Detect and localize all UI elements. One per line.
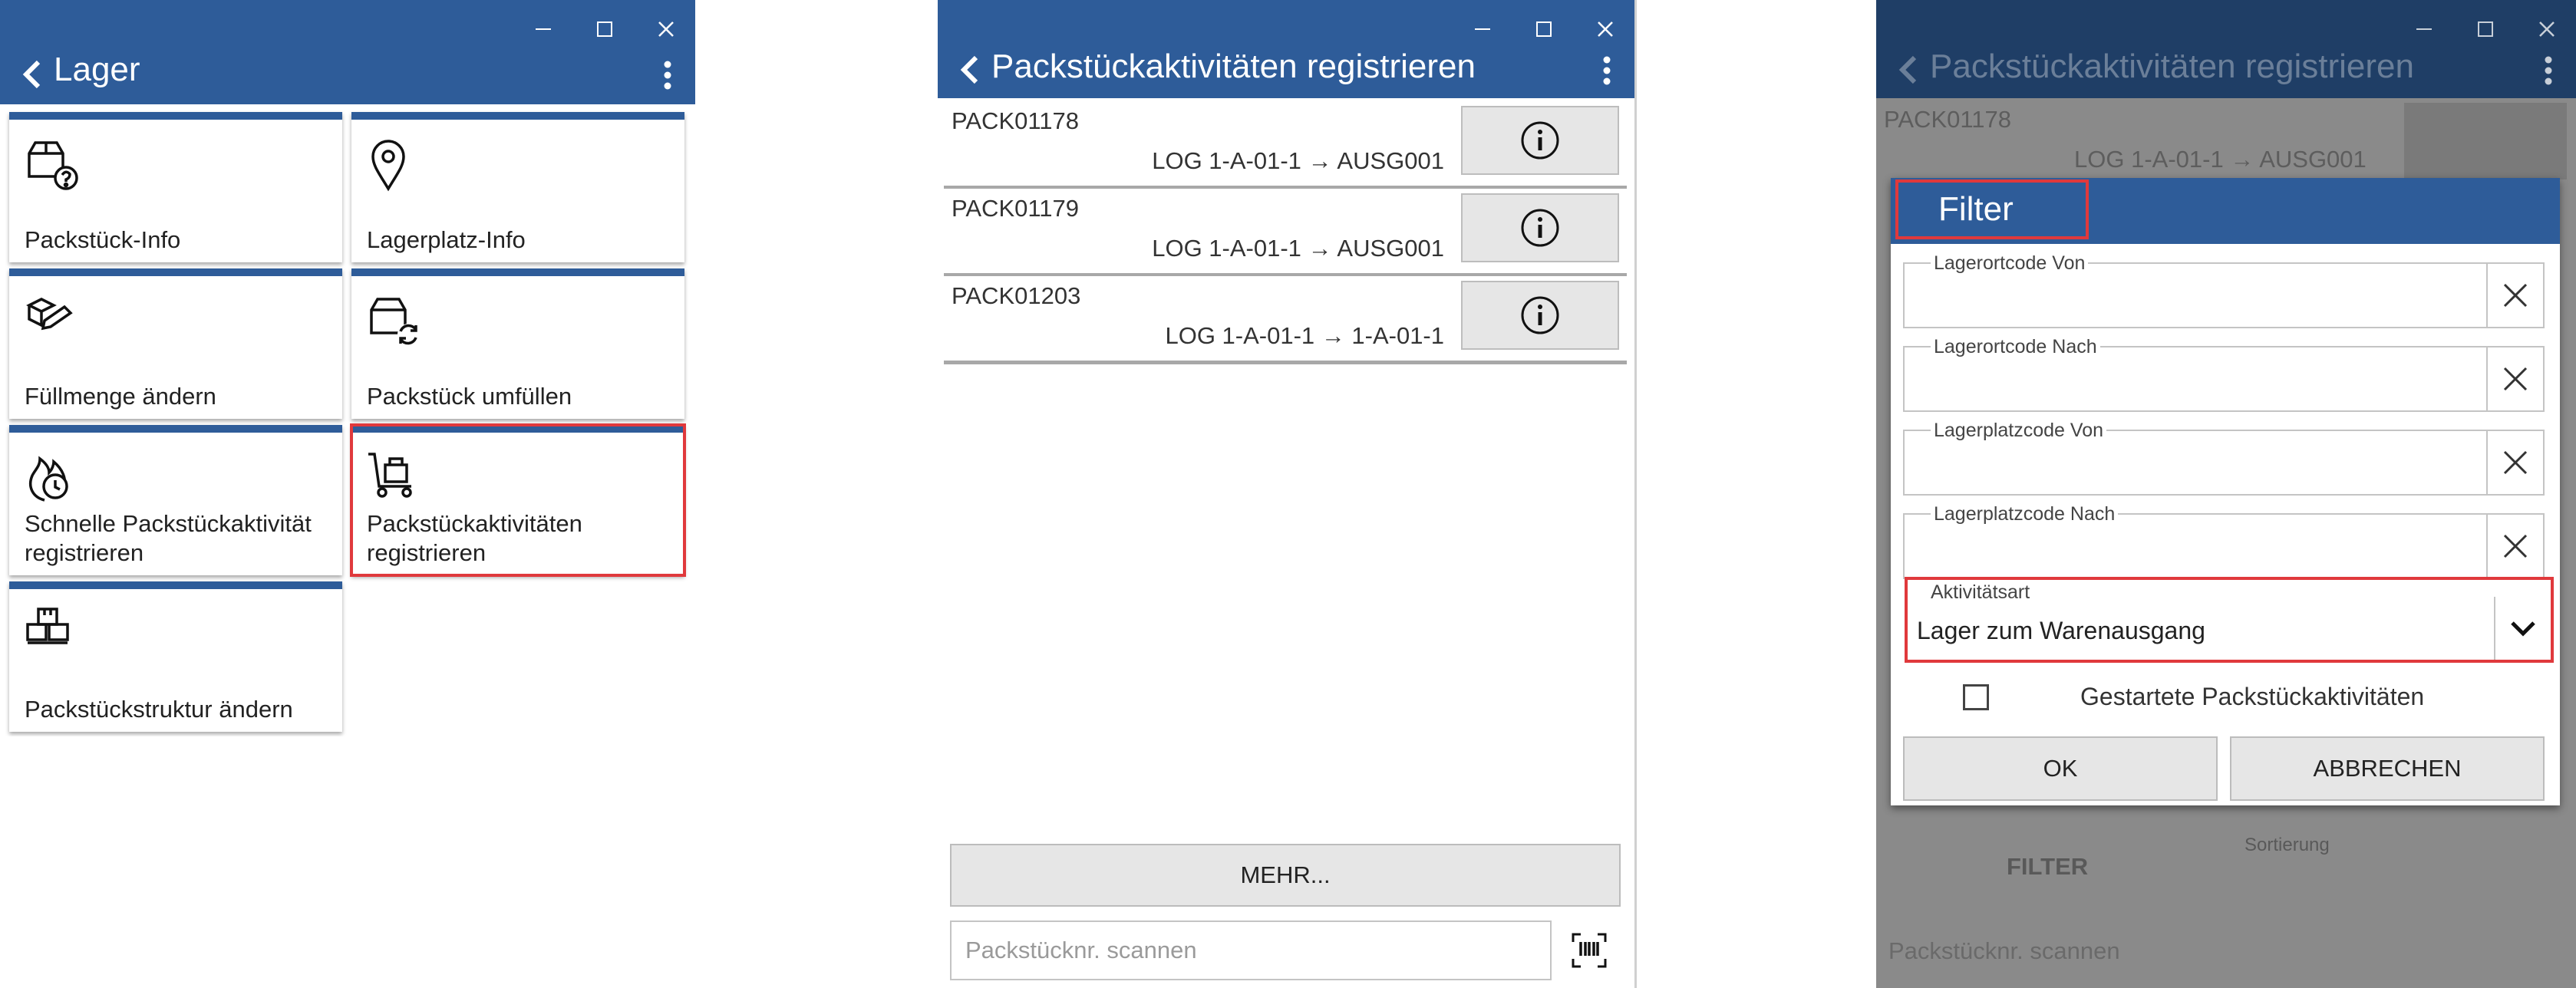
started-activities-checkbox[interactable] [1963,684,1989,710]
maximize-icon[interactable] [1525,11,1562,48]
tile-packstueck-umfuellen[interactable]: Packstück umfüllen [351,268,684,419]
package-route: LOG 1-A-01-1 → AUSG001 [1152,147,1444,174]
location-pin-icon [364,133,425,195]
scan-input[interactable]: Packstücknr. scannen [950,920,1552,980]
field-label: Lagerplatzcode Von [1931,420,2107,442]
info-button[interactable] [1461,281,1619,350]
bg-filter-button: FILTER [2007,853,2089,880]
tile-label: Packstückstruktur ändern [25,696,293,723]
chevron-down-icon[interactable] [2494,597,2551,660]
info-icon [1521,121,1559,160]
bg-info-button [2404,103,2567,179]
page-title: Packstückaktivitäten registrieren [991,48,1476,85]
minimize-icon[interactable] [1464,11,1501,48]
tile-packstueckstruktur-aendern[interactable]: Packstückstruktur ändern [9,581,342,732]
clear-icon[interactable] [2486,347,2543,410]
more-menu-icon[interactable] [654,54,681,97]
minimize-icon[interactable] [2406,11,2442,48]
bg-sort-label: Sortierung [2245,835,2330,855]
maximize-icon[interactable] [586,11,623,48]
package-code: PACK01203 [952,282,1081,309]
info-button[interactable] [1461,106,1619,175]
info-icon [1521,209,1559,247]
maximize-icon[interactable] [2467,11,2504,48]
tile-fuellmenge-aendern[interactable]: Füllmenge ändern [9,268,342,419]
title-bar: Packstückaktivitäten registrieren [1876,0,2576,98]
filter-dialog: Filter Lagerortcode Von Lagerortcode Nac… [1891,178,2560,805]
aktivitaetsart-select[interactable]: Aktivitätsart Lager zum Warenausgang [1905,577,2554,663]
close-icon[interactable] [1587,11,1624,48]
window-controls [525,11,684,48]
clear-icon[interactable] [2486,264,2543,327]
tile-label: Lagerplatz-Info [367,226,526,253]
tile-lagerplatz-info[interactable]: Lagerplatz-Info [351,112,684,262]
tile-label: Packstück-Info [25,226,181,253]
window-controls [2406,11,2565,48]
tile-packstueckaktivitaeten-registrieren[interactable]: Packstückaktivitäten registrieren [350,423,686,577]
bg-scan-input: Packstücknr. scannen [1888,937,2120,964]
window-controls [1464,11,1624,48]
tile-label: Packstück umfüllen [367,383,572,410]
back-icon[interactable] [20,55,51,94]
dialog-header: Filter [1891,178,2560,244]
fire-clock-icon [21,446,83,508]
field-label: Lagerortcode Nach [1931,336,2100,358]
package-structure-icon [21,603,83,664]
tile-label: Packstückaktivitäten registrieren [367,510,582,566]
minimize-icon[interactable] [525,11,562,48]
package-route: LOG 1-A-01-1 → AUSG001 [1152,235,1444,262]
dialog-title: Filter [1895,179,2089,239]
tile-label: Füllmenge ändern [25,383,216,410]
page-title: Packstückaktivitäten registrieren [1930,48,2414,85]
package-code: PACK01178 [952,107,1080,134]
close-icon[interactable] [2528,11,2565,48]
list-item[interactable]: PACK01178 LOG 1-A-01-1 → AUSG001 [944,101,1627,189]
page-title: Lager [54,51,140,88]
checkbox-label: Gestartete Packstückaktivitäten [2080,683,2425,710]
hand-truck-icon [364,446,425,508]
info-button[interactable] [1461,193,1619,262]
back-icon[interactable] [1896,51,1927,89]
select-value: Lager zum Warenausgang [1917,617,2205,644]
package-route: LOG 1-A-01-1 → 1-A-01-1 [1165,322,1444,349]
close-icon[interactable] [648,11,684,48]
ok-button[interactable]: OK [1903,736,2218,801]
back-icon[interactable] [958,51,988,89]
lagerortcode-von-field[interactable]: Lagerortcode Von [1903,252,2545,328]
field-label: Aktivitätsart [1931,581,2030,603]
lagerplatzcode-nach-field[interactable]: Lagerplatzcode Nach [1903,503,2545,579]
more-menu-icon[interactable] [1593,49,1621,92]
title-bar: Lager [0,0,695,104]
barcode-scan-icon[interactable] [1562,924,1616,977]
clear-icon[interactable] [2486,431,2543,494]
package-refresh-icon [364,290,425,351]
list-item[interactable]: PACK01179 LOG 1-A-01-1 → AUSG001 [944,189,1627,277]
lager-window: Lager Packstück-Info Lagerplatz-Info Fül… [0,0,695,736]
title-bar: Packstückaktivitäten registrieren [938,0,1634,98]
lagerplatzcode-von-field[interactable]: Lagerplatzcode Von [1903,420,2545,496]
tile-label: Schnelle Packstückaktivität registrieren [25,510,312,566]
package-code: PACK01179 [952,195,1080,222]
more-menu-icon[interactable] [2535,49,2562,92]
activities-window: Packstückaktivitäten registrieren PACK01… [938,0,1637,988]
bg-package-route: LOG 1-A-01-1 → AUSG001 [2074,146,2367,173]
tile-packstueck-info[interactable]: Packstück-Info [9,112,342,262]
bg-package-code: PACK01178 [1884,106,2012,133]
tile-schnelle-packstueckaktivitaet[interactable]: Schnelle Packstückaktivität registrieren [9,425,342,575]
more-button[interactable]: MEHR... [950,844,1621,907]
field-label: Lagerortcode Von [1931,252,2089,275]
filter-window: Packstückaktivitäten registrieren PACK01… [1876,0,2576,988]
boxes-edit-icon [21,290,83,351]
cancel-button[interactable]: ABBRECHEN [2230,736,2545,801]
lagerortcode-nach-field[interactable]: Lagerortcode Nach [1903,336,2545,412]
info-icon [1521,296,1559,334]
list-item[interactable]: PACK01203 LOG 1-A-01-1 → 1-A-01-1 [944,276,1627,364]
package-question-icon [21,133,83,195]
field-label: Lagerplatzcode Nach [1931,503,2119,525]
clear-icon[interactable] [2486,515,2543,578]
